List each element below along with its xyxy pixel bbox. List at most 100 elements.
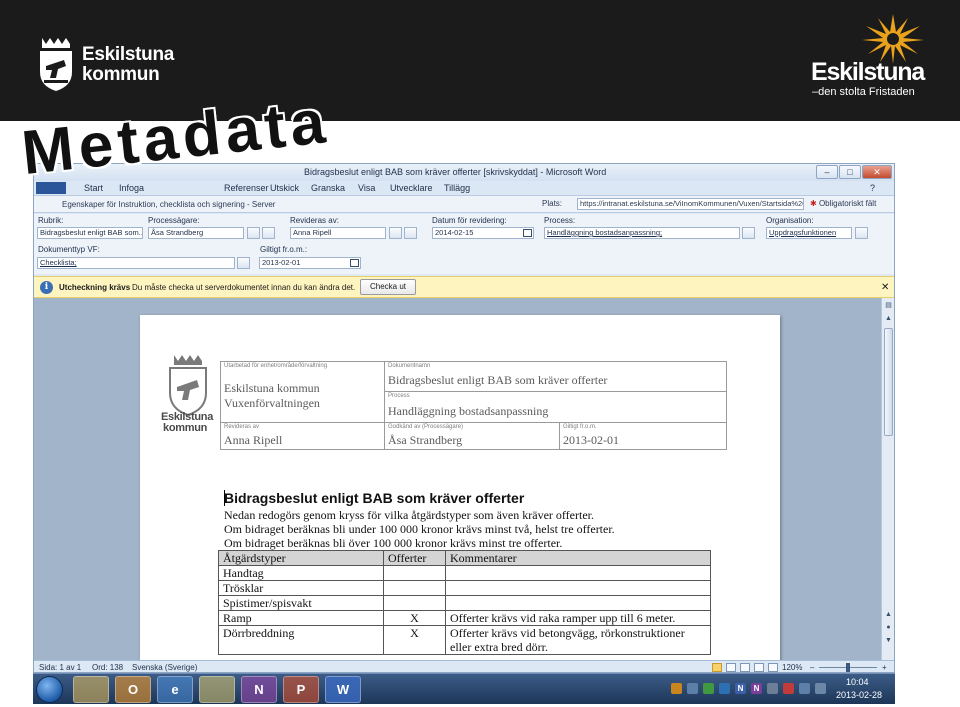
organisation-field[interactable]: Uppdragsfunktionen	[766, 227, 852, 239]
document-area: Eskilstuna kommun Utarbetad för enhet/om…	[34, 298, 894, 660]
browse-terms-icon[interactable]	[237, 257, 250, 269]
tab-granska[interactable]: Granska	[311, 183, 345, 193]
close-window-button[interactable]: ✕	[862, 165, 892, 179]
next-page-icon[interactable]: ▼	[884, 636, 893, 645]
tray-volume-icon[interactable]	[815, 683, 826, 694]
close-message-icon[interactable]: ✕	[881, 282, 889, 293]
draft-view-icon[interactable]	[768, 663, 778, 672]
cell-offer	[383, 595, 446, 611]
zoom-level[interactable]: 120%	[782, 663, 802, 672]
dokumenttyp-label: Dokumenttyp VF:	[38, 245, 100, 254]
start-button[interactable]	[36, 676, 63, 703]
meta-cell-docname: Dokumentnamn Bidragsbeslut enligt BAB so…	[385, 362, 727, 392]
help-question-icon[interactable]: ?	[870, 183, 875, 193]
properties-title[interactable]: Egenskaper för Instruktion, checklista o…	[62, 200, 275, 209]
document-logo-text-kommun: kommun	[163, 422, 208, 434]
cell-comment	[445, 565, 711, 581]
eskilstuna-fristad-logo: Eskilstuna –den stolta Fristaden	[806, 14, 936, 104]
cell-type: Handtag	[218, 565, 384, 581]
powerpoint-icon[interactable]: P	[283, 676, 319, 703]
tray-onenote-icon[interactable]: N	[751, 683, 762, 694]
previous-page-icon[interactable]: ▲	[884, 610, 893, 619]
tray-network-icon[interactable]	[687, 683, 698, 694]
browse-terms-icon[interactable]	[742, 227, 755, 239]
word-count[interactable]: Ord: 138	[92, 663, 123, 672]
minimize-button[interactable]: –	[816, 165, 838, 179]
scrollbar-thumb[interactable]	[884, 328, 893, 436]
document-meta-table: Utarbetad för enhet/område/förvaltning E…	[220, 361, 727, 450]
explorer-icon[interactable]	[73, 676, 109, 703]
taskbar: O e N P W N N 10:04 2013-02-28	[33, 673, 895, 704]
cell-comment: Offerter krävs vid raka ramper upp till …	[445, 610, 711, 626]
clock-time[interactable]: 10:04	[846, 677, 869, 687]
tab-infoga[interactable]: Infoga	[119, 183, 144, 193]
address-book-icon[interactable]	[262, 227, 275, 239]
web-layout-view-icon[interactable]	[740, 663, 750, 672]
folder-icon[interactable]	[199, 676, 235, 703]
word-icon[interactable]: W	[325, 676, 361, 703]
cell-type: Spistimer/spisvakt	[218, 595, 384, 611]
meta-label: Giltigt fr.o.m.	[563, 424, 597, 430]
tab-referenser[interactable]: Referenser	[224, 183, 269, 193]
info-icon: i	[40, 281, 53, 294]
browse-object-icon[interactable]: ●	[884, 623, 893, 632]
table-row: Ramp X Offerter krävs vid raka ramper up…	[218, 610, 711, 626]
location-field[interactable]: https://intranat.eskilstuna.se/ViInomKom…	[577, 198, 804, 210]
document-information-panel-header: Egenskaper för Instruktion, checklista o…	[34, 195, 894, 213]
logo-text-eskilstuna-large: Eskilstuna	[811, 58, 925, 86]
zoom-slider-handle[interactable]	[846, 663, 850, 672]
tray-security-icon[interactable]	[783, 683, 794, 694]
tray-monitor-icon[interactable]	[767, 683, 778, 694]
page-count[interactable]: Sida: 1 av 1	[39, 663, 81, 672]
table-row: Handtag	[218, 565, 711, 581]
tray-sync-icon[interactable]	[703, 683, 714, 694]
required-field-note: ✱ Obligatoriskt fält	[810, 199, 876, 208]
document-page[interactable]: Eskilstuna kommun Utarbetad för enhet/om…	[140, 315, 780, 660]
comment-line: Offerter krävs vid betongvägg, rörkonstr…	[450, 626, 685, 640]
meta-value: Handläggning bostadsanpassning	[388, 404, 549, 418]
tab-tillagg[interactable]: Tillägg	[444, 183, 470, 193]
processagare-field[interactable]: Åsa Strandberg	[148, 227, 244, 239]
vertical-scrollbar[interactable]: ▤ ▲ ▲ ● ▼	[881, 298, 894, 660]
column-header: Åtgärdstyper	[218, 550, 384, 566]
internet-explorer-icon[interactable]: e	[157, 676, 193, 703]
calendar-icon[interactable]	[523, 229, 532, 237]
cell-offer	[383, 580, 446, 596]
process-field[interactable]: Handläggning bostadsanpassning;	[544, 227, 740, 239]
tray-app-icon[interactable]	[719, 683, 730, 694]
full-screen-view-icon[interactable]	[726, 663, 736, 672]
zoom-in-icon[interactable]: +	[882, 663, 887, 672]
required-field-text: Obligatoriskt fält	[818, 199, 877, 208]
datum-revidering-field[interactable]: 2014-02-15	[432, 227, 534, 239]
maximize-button[interactable]: □	[839, 165, 861, 179]
browse-terms-icon[interactable]	[855, 227, 868, 239]
check-names-icon[interactable]	[247, 227, 260, 239]
print-layout-view-icon[interactable]	[712, 663, 722, 672]
giltigt-field[interactable]: 2013-02-01	[259, 257, 361, 269]
tray-display-icon[interactable]	[799, 683, 810, 694]
tray-outlook-icon[interactable]	[671, 683, 682, 694]
zoom-out-icon[interactable]: –	[810, 663, 814, 672]
word-window: Bidragsbeslut enligt BAB som kräver offe…	[33, 163, 895, 673]
calendar-icon[interactable]	[350, 259, 359, 267]
tab-visa[interactable]: Visa	[358, 183, 375, 193]
meta-label: Revideras av	[224, 424, 260, 430]
logo-slogan: –den stolta Fristaden	[812, 86, 915, 98]
address-book-icon[interactable]	[404, 227, 417, 239]
tab-utvecklare[interactable]: Utvecklare	[390, 183, 433, 193]
tray-n-icon[interactable]: N	[735, 683, 746, 694]
onenote-icon[interactable]: N	[241, 676, 277, 703]
outlook-icon[interactable]: O	[115, 676, 151, 703]
revideras-av-field[interactable]: Anna Ripell	[290, 227, 386, 239]
ruler-toggle-icon[interactable]: ▤	[884, 301, 893, 310]
outline-view-icon[interactable]	[754, 663, 764, 672]
rubrik-field[interactable]: Bidragsbeslut enligt BAB som...	[37, 227, 143, 239]
check-out-button[interactable]: Checka ut	[360, 279, 416, 295]
scroll-up-icon[interactable]: ▲	[884, 314, 893, 323]
tab-start[interactable]: Start	[84, 183, 103, 193]
check-names-icon[interactable]	[389, 227, 402, 239]
language-indicator[interactable]: Svenska (Sverige)	[132, 663, 197, 672]
tab-utskick[interactable]: Utskick	[270, 183, 299, 193]
clock-date[interactable]: 2013-02-28	[836, 690, 882, 700]
dokumenttyp-field[interactable]: Checklista;	[37, 257, 235, 269]
